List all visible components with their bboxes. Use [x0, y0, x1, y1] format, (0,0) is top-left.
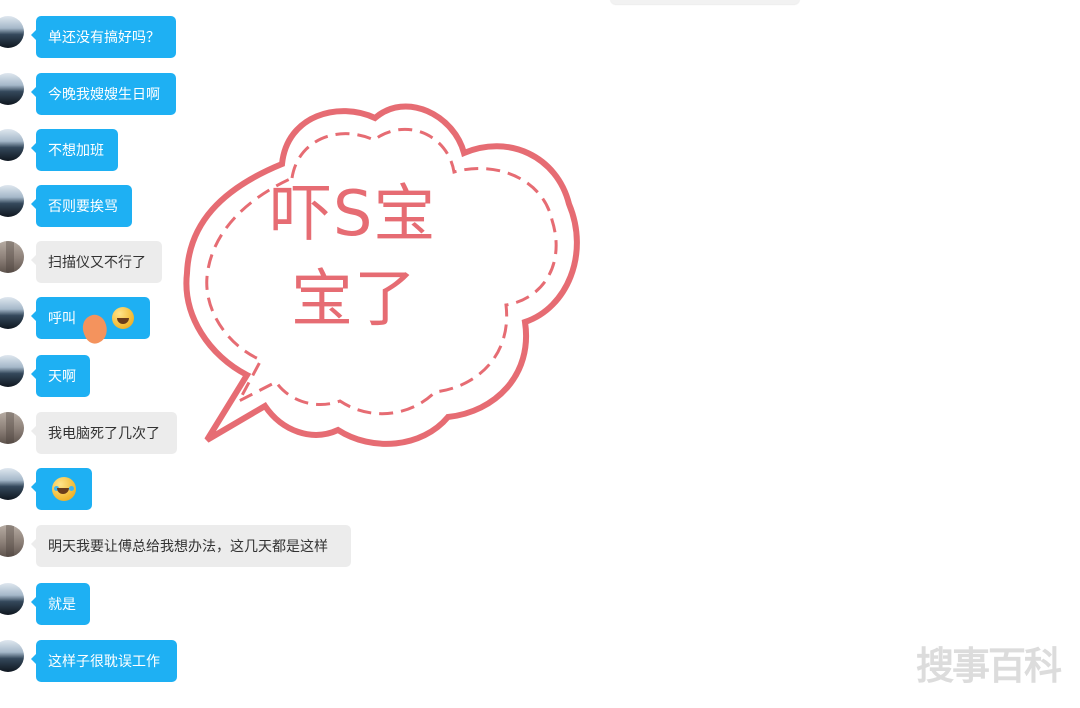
avatar[interactable]	[0, 73, 24, 105]
message-text: 明天我要让傅总给我想办法，这几天都是这样	[48, 539, 328, 555]
avatar[interactable]	[0, 241, 24, 273]
message-bubble[interactable]: 就是	[31, 583, 90, 625]
grinning-emoji-icon	[112, 307, 134, 329]
avatar[interactable]	[0, 185, 24, 217]
avatar[interactable]	[0, 468, 24, 500]
avatar[interactable]	[0, 525, 24, 557]
message-bubble[interactable]: 天啊	[31, 355, 90, 397]
chat-screen: 单还没有搞好吗？ 今晚我嫂嫂生日啊 不想加班 否则要挨骂 扫描仪又不行了 呼叫	[0, 0, 1080, 708]
message-text: 这样子很耽误工作	[48, 654, 160, 670]
message-bubble[interactable]: 今晚我嫂嫂生日啊	[31, 73, 176, 115]
top-fragment	[610, 0, 800, 4]
avatar[interactable]	[0, 412, 24, 444]
message-bubble[interactable]: 扫描仪又不行了	[31, 241, 162, 283]
avatar[interactable]	[0, 297, 24, 329]
message-bubble[interactable]	[31, 468, 92, 510]
message-text: 呼叫	[48, 311, 76, 327]
avatar[interactable]	[0, 355, 24, 387]
message-text: 否则要挨骂	[48, 199, 118, 215]
watermark: 搜事百科	[915, 644, 1062, 688]
message-bubble[interactable]: 否则要挨骂	[31, 185, 132, 227]
message-text: 今晚我嫂嫂生日啊	[48, 87, 160, 103]
overlay-line-2: 宝了	[291, 262, 418, 335]
message-text: 就是	[48, 597, 76, 613]
speech-bubble-overlay: 吓S宝 宝了	[162, 96, 582, 448]
message-text: 不想加班	[48, 143, 104, 159]
message-text: 扫描仪又不行了	[48, 255, 146, 271]
avatar[interactable]	[0, 640, 24, 672]
message-bubble[interactable]: 我电脑死了几次了	[31, 412, 177, 454]
message-bubble[interactable]: 不想加班	[31, 129, 118, 171]
message-bubble[interactable]: 明天我要让傅总给我想办法，这几天都是这样	[31, 525, 351, 567]
avatar[interactable]	[0, 583, 24, 615]
message-text: 我电脑死了几次了	[48, 426, 160, 442]
avatar[interactable]	[0, 129, 24, 161]
message-text: 天啊	[48, 369, 76, 385]
message-bubble[interactable]: 单还没有搞好吗？	[31, 16, 176, 58]
avatar[interactable]	[0, 16, 24, 48]
message-bubble[interactable]: 这样子很耽误工作	[31, 640, 177, 682]
message-text: 单还没有搞好吗？	[48, 30, 160, 46]
tears-of-joy-emoji-icon	[52, 477, 76, 501]
overlay-line-1: 吓S宝	[270, 177, 437, 250]
